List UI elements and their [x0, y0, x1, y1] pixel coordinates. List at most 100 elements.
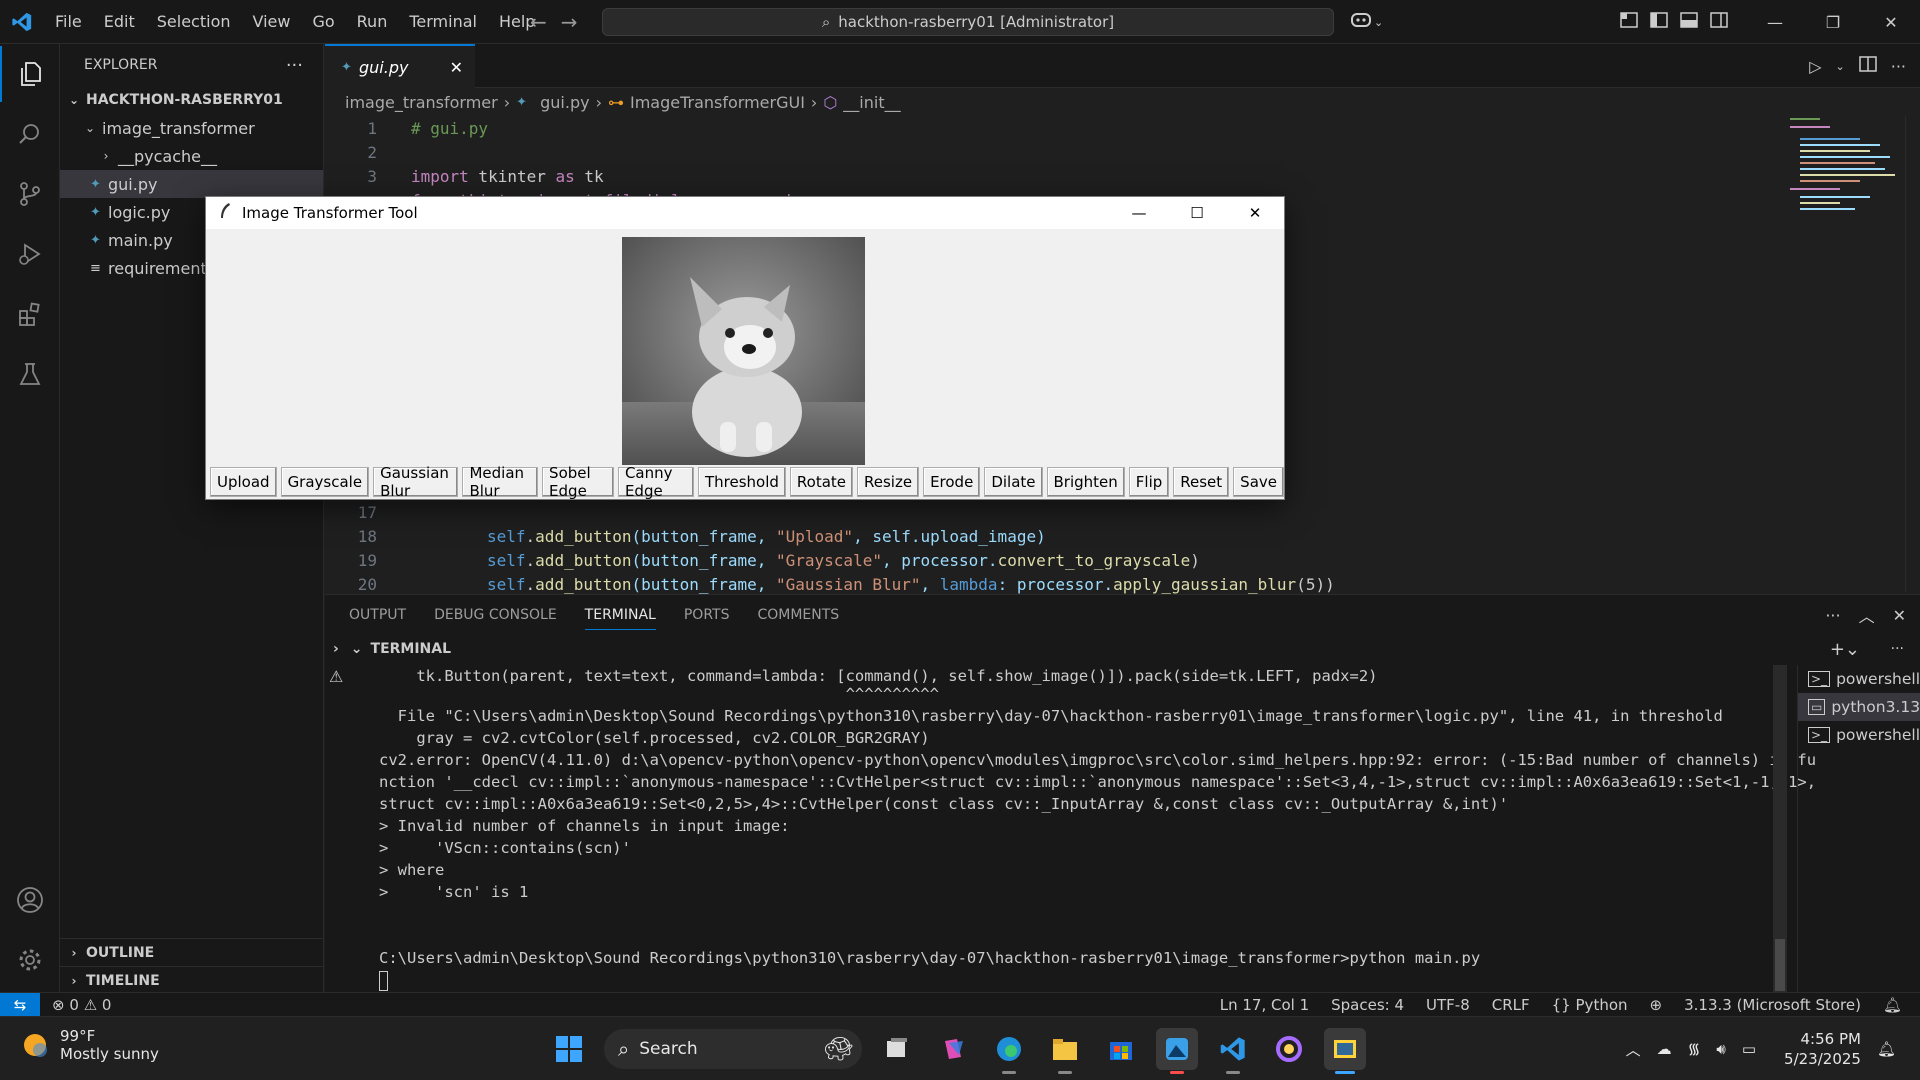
- language-mode[interactable]: {} Python: [1552, 996, 1628, 1014]
- canny-edge-button[interactable]: Canny Edge: [617, 464, 694, 500]
- accounts-icon[interactable]: [0, 872, 60, 928]
- workspace-folder[interactable]: ⌄ HACKTHON-RASBERRY01: [60, 86, 323, 114]
- menu-go[interactable]: Go: [301, 0, 345, 44]
- tab-debug-console[interactable]: DEBUG CONSOLE: [434, 607, 557, 623]
- extensions-icon[interactable]: [0, 286, 60, 342]
- breadcrumb-class[interactable]: ImageTransformerGUI: [630, 93, 805, 112]
- terminal-output[interactable]: tk.Button(parent, text=text, command=lam…: [379, 665, 1816, 993]
- resize-button[interactable]: Resize: [857, 467, 920, 497]
- close-icon[interactable]: ✕: [450, 58, 463, 77]
- run-python-icon[interactable]: ▷: [1809, 57, 1821, 76]
- copilot-menu[interactable]: ⌄: [1350, 8, 1383, 36]
- close-icon[interactable]: ✕: [1226, 197, 1284, 229]
- terminal-item-powershell[interactable]: >_ powershell: [1798, 665, 1920, 693]
- copilot-app-icon[interactable]: [932, 1028, 974, 1070]
- testing-icon[interactable]: [0, 346, 60, 402]
- upload-button[interactable]: Upload: [210, 467, 277, 497]
- menu-run[interactable]: Run: [346, 0, 399, 44]
- minimize-icon[interactable]: —: [1110, 197, 1168, 229]
- clock[interactable]: 4:56 PM 5/23/2025: [1784, 1029, 1861, 1069]
- chevron-down-icon[interactable]: ⌄: [351, 641, 363, 657]
- menu-view[interactable]: View: [242, 0, 302, 44]
- source-control-icon[interactable]: [0, 166, 60, 222]
- copilot-status-icon[interactable]: ⊕: [1650, 996, 1663, 1014]
- tab-comments[interactable]: COMMENTS: [757, 607, 839, 623]
- menu-file[interactable]: File: [44, 0, 93, 44]
- chevron-down-icon[interactable]: ⌄: [1836, 60, 1845, 73]
- threshold-button[interactable]: Threshold: [697, 467, 786, 497]
- encoding[interactable]: UTF-8: [1426, 996, 1470, 1014]
- tk-title-bar[interactable]: Image Transformer Tool — ☐ ✕: [206, 197, 1284, 229]
- windows-start-icon[interactable]: [548, 1028, 590, 1070]
- chevron-right-icon[interactable]: ›: [333, 641, 339, 657]
- reset-button[interactable]: Reset: [1173, 467, 1230, 497]
- explorer-icon[interactable]: [0, 46, 60, 102]
- search-icon[interactable]: [0, 106, 60, 162]
- minimap[interactable]: [1788, 116, 1908, 236]
- cursor-position[interactable]: Ln 17, Col 1: [1220, 996, 1309, 1014]
- tab-ports[interactable]: PORTS: [684, 607, 730, 623]
- toggle-panel-icon[interactable]: [1680, 12, 1698, 32]
- sobel-edge-button[interactable]: Sobel Edge: [542, 464, 614, 500]
- file-explorer-icon[interactable]: [1044, 1028, 1086, 1074]
- grayscale-button[interactable]: Grayscale: [280, 467, 370, 497]
- run-debug-icon[interactable]: [0, 226, 60, 282]
- tab-gui-py[interactable]: ✦ gui.py ✕: [325, 44, 475, 88]
- tab-output[interactable]: OUTPUT: [349, 607, 406, 623]
- menu-terminal[interactable]: Terminal: [398, 0, 488, 44]
- more-actions-icon[interactable]: ···: [1825, 606, 1840, 625]
- gaussian-blur-button[interactable]: Gaussian Blur: [373, 464, 459, 500]
- minimize-icon[interactable]: —: [1746, 0, 1804, 44]
- editor-scrollbar[interactable]: [1905, 116, 1919, 592]
- flip-button[interactable]: Flip: [1128, 467, 1170, 497]
- vscode-taskbar-icon[interactable]: [1212, 1028, 1254, 1074]
- restore-icon[interactable]: ❐: [1804, 0, 1862, 44]
- maximize-panel-icon[interactable]: ︿: [1859, 603, 1875, 627]
- tab-terminal[interactable]: TERMINAL: [584, 600, 656, 630]
- toggle-primary-sidebar-icon[interactable]: [1650, 12, 1668, 32]
- more-actions-icon[interactable]: ···: [286, 55, 303, 76]
- file-gui-py[interactable]: ✦ gui.py: [60, 170, 323, 198]
- indentation[interactable]: Spaces: 4: [1331, 996, 1404, 1014]
- forward-arrow-icon[interactable]: →: [561, 10, 578, 34]
- terminal-item-python[interactable]: ▭ python3.13: [1798, 693, 1920, 721]
- erode-button[interactable]: Erode: [923, 467, 981, 497]
- terminal-scrollbar[interactable]: [1773, 665, 1787, 993]
- more-actions-icon[interactable]: ···: [1891, 641, 1904, 657]
- battery-icon[interactable]: ▭: [1742, 1040, 1756, 1058]
- wifi-icon[interactable]: ᯾: [1688, 1039, 1701, 1059]
- edge-browser-icon[interactable]: [988, 1028, 1030, 1074]
- close-icon[interactable]: ✕: [1862, 0, 1920, 44]
- python-interpreter[interactable]: 3.13.3 (Microsoft Store): [1684, 996, 1861, 1014]
- new-terminal-icon[interactable]: +⌄: [1830, 639, 1860, 660]
- volume-icon[interactable]: 🔊︎: [1716, 1040, 1725, 1058]
- timeline-section[interactable]: › TIMELINE: [60, 966, 324, 994]
- folder-pycache[interactable]: › __pycache__: [60, 142, 323, 170]
- photos-app-icon[interactable]: [1156, 1028, 1198, 1074]
- close-icon[interactable]: ✕: [1893, 606, 1906, 625]
- menu-selection[interactable]: Selection: [146, 0, 242, 44]
- terminal-item-powershell[interactable]: >_ powershell: [1798, 721, 1920, 749]
- remote-indicator-icon[interactable]: ⇆: [0, 992, 40, 1017]
- breadcrumb-method[interactable]: __init__: [843, 93, 900, 112]
- cortana-app-icon[interactable]: [1268, 1028, 1310, 1070]
- notifications-bell-icon[interactable]: 🔔︎: [1883, 996, 1902, 1014]
- back-arrow-icon[interactable]: ←: [530, 10, 547, 34]
- dilate-button[interactable]: Dilate: [984, 467, 1043, 497]
- split-editor-icon[interactable]: [1858, 56, 1877, 76]
- gear-icon[interactable]: [0, 932, 60, 988]
- more-actions-icon[interactable]: ···: [1891, 57, 1906, 76]
- command-center[interactable]: ⌕ hackthon-rasberry01 [Administrator]: [602, 8, 1334, 36]
- brighten-button[interactable]: Brighten: [1046, 467, 1125, 497]
- python-app-icon[interactable]: [1324, 1028, 1366, 1074]
- median-blur-button[interactable]: Median Blur: [462, 464, 539, 500]
- chevron-up-icon[interactable]: ︿: [1626, 1039, 1641, 1060]
- breadcrumb-file[interactable]: gui.py: [540, 93, 589, 112]
- microsoft-store-icon[interactable]: [1100, 1028, 1142, 1070]
- toggle-secondary-sidebar-icon[interactable]: [1710, 12, 1728, 32]
- line-ending[interactable]: CRLF: [1492, 996, 1530, 1014]
- taskbar-search[interactable]: ⌕ Search 🐢︎: [604, 1029, 862, 1069]
- weather-widget[interactable]: 99°F Mostly sunny: [20, 1027, 159, 1063]
- menu-edit[interactable]: Edit: [93, 0, 146, 44]
- problems-indicator[interactable]: ⊗ 0 ⚠ 0: [52, 996, 111, 1014]
